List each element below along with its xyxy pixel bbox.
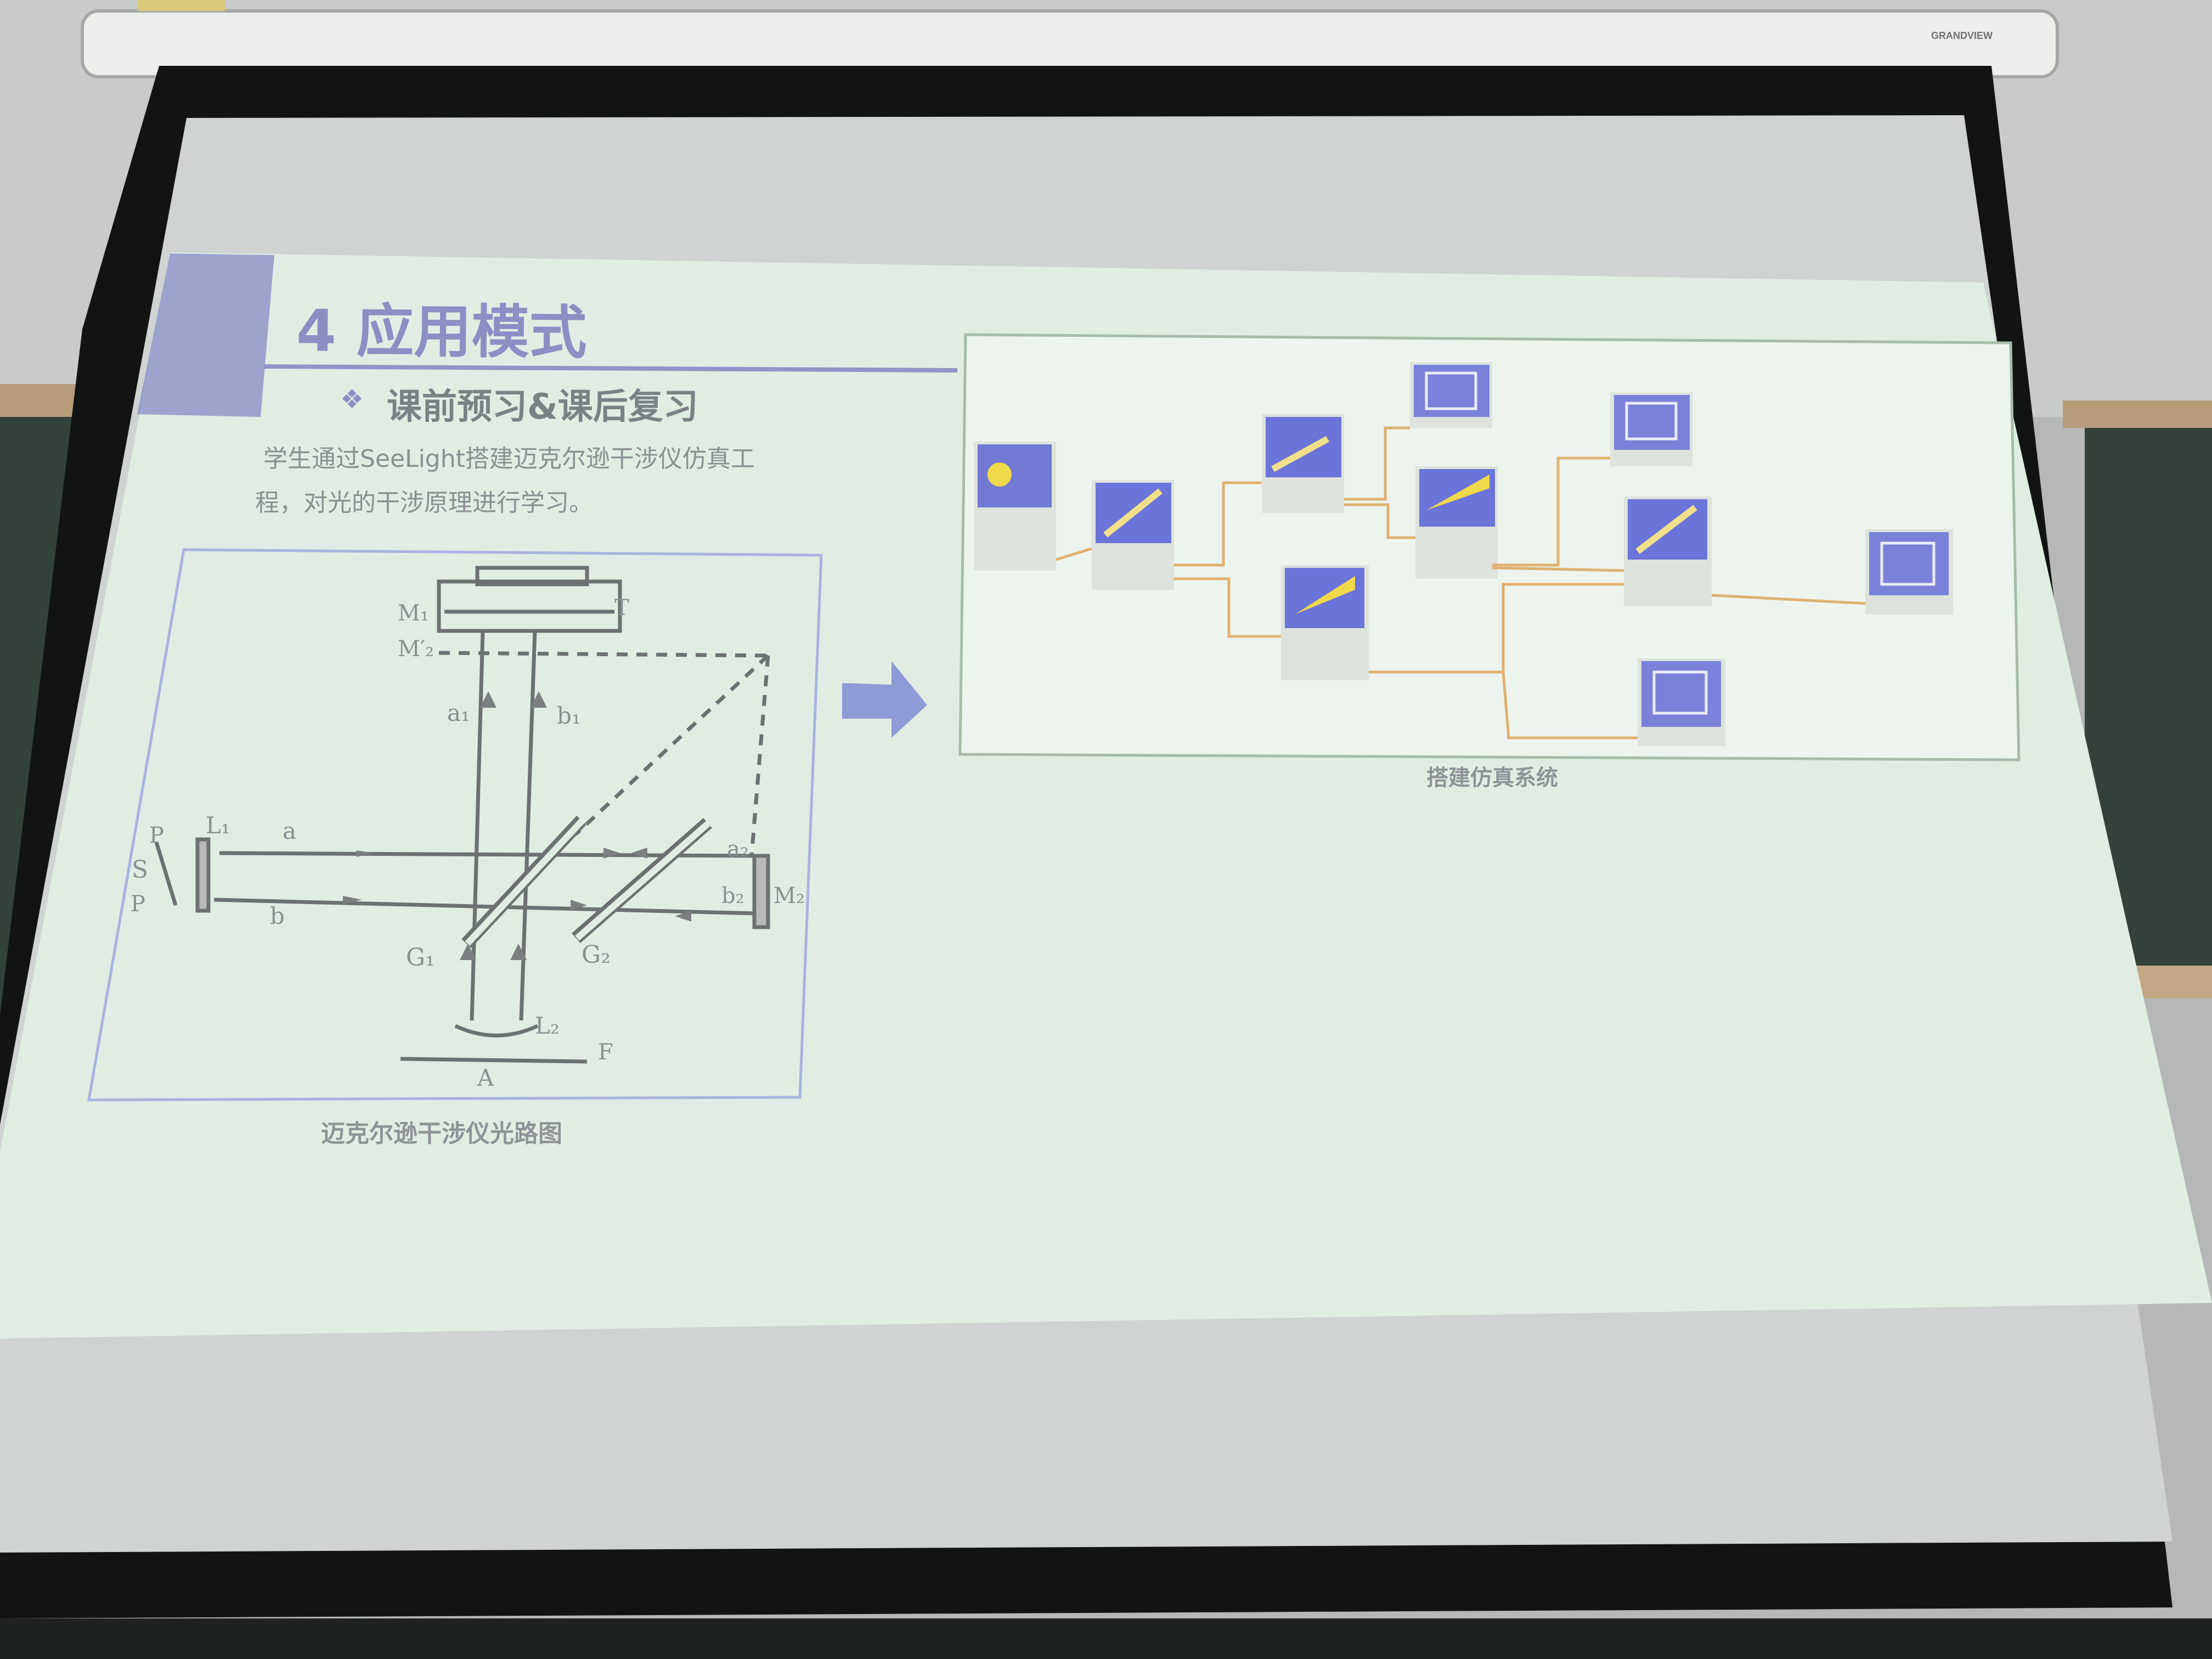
chalkboard-frame-right [2063, 400, 2212, 428]
label-l1: L₁ [206, 812, 230, 839]
label-f: F [598, 1040, 613, 1065]
slide-body-line2: 程，对光的干涉原理进行学习。 [255, 489, 593, 517]
label-a2: a₂ [727, 837, 749, 862]
label-b: b [270, 902, 285, 929]
label-s: S [132, 856, 149, 884]
slide-bullet: 课前预习&课后复习 [387, 387, 698, 427]
label-b2: b₂ [721, 883, 744, 909]
bullet-diamond-icon: ❖ [340, 384, 364, 415]
label-t: T [614, 595, 629, 620]
left-diagram-caption: 迈克尔逊干涉仪光路图 [321, 1120, 562, 1148]
label-g1: G₁ [406, 944, 435, 972]
label-a: a [283, 817, 297, 844]
label-m2prime: M′₂ [398, 636, 435, 662]
label-a-point: A [477, 1064, 494, 1091]
slide-body-line1: 学生通过SeeLight搭建迈克尔逊干涉仪仿真工 [263, 445, 755, 473]
label-l2: L₂ [535, 1012, 560, 1039]
projector-brand-label: GRANDVIEW [1931, 30, 1993, 41]
label-m1: M₁ [398, 601, 429, 626]
label-m2: M₂ [774, 883, 805, 909]
label-p-top: P [149, 823, 164, 848]
label-a1: a₁ [447, 699, 470, 726]
right-diagram-caption: 搭建仿真系统 [1426, 765, 1558, 791]
label-p-bottom: P [131, 891, 145, 917]
housing-sticker [137, 0, 225, 11]
slide-title: 4 应用模式 [296, 297, 587, 366]
label-b1: b₁ [557, 702, 581, 729]
classroom-photo [0, 0, 2212, 1659]
bottom-strip [0, 1618, 2212, 1659]
label-g2: G₂ [582, 941, 611, 969]
